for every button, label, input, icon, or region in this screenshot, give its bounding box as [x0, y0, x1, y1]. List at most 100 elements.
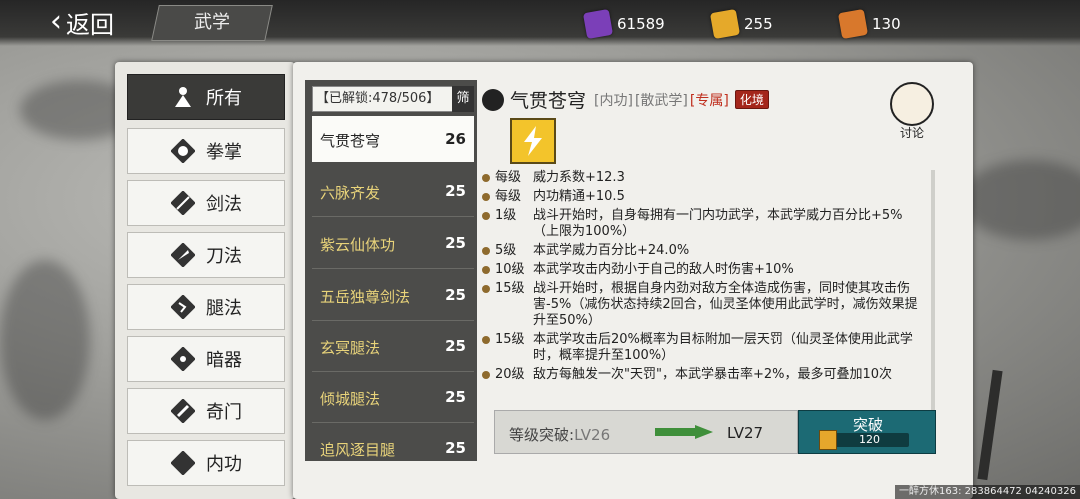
effect-row: 15级 本武学攻击后20%概率为目标附加一层天罚（仙灵圣体使用此武学时，概率提升至… — [482, 332, 922, 364]
skill-level: 25 — [445, 439, 466, 457]
skill-name: 倾城腿法 — [320, 390, 381, 408]
skill-list-item[interactable]: 追风逐目腿 25 — [312, 425, 474, 471]
category-hidden-weapon[interactable]: 暗器 — [127, 336, 285, 382]
skill-list-item[interactable]: 紫云仙体功 25 — [312, 220, 474, 269]
skill-level: 25 — [445, 182, 466, 200]
breakthrough-button[interactable]: 突破 120 — [798, 410, 936, 454]
effect-text: 本武学攻击内劲小于自己的敌人时伤害+10% — [533, 262, 794, 277]
purple-scroll-icon — [582, 8, 614, 40]
resource-purple[interactable]: 61589 — [582, 8, 665, 40]
effect-row: 每级 威力系数+12.3 — [482, 170, 922, 186]
divider — [312, 320, 474, 321]
skill-level: 25 — [445, 234, 466, 252]
effect-level: 10级 — [495, 262, 525, 277]
effect-level: 20级 — [495, 367, 525, 382]
discuss-button[interactable]: 讨论 — [888, 82, 936, 140]
effect-level: 5级 — [495, 243, 517, 258]
category-label: 刀法 — [206, 246, 242, 267]
chevron-left-icon: ‹ — [50, 4, 62, 39]
skill-name: 气贯苍穹 — [320, 132, 381, 150]
lightning-icon — [510, 118, 556, 164]
skill-list-item[interactable]: 玄冥腿法 25 — [312, 323, 474, 372]
sword-icon — [170, 190, 196, 216]
skill-list-item[interactable]: 五岳独尊剑法 25 — [312, 272, 474, 321]
cost-badge: 120 — [825, 433, 909, 447]
resource-gold[interactable]: 255 — [709, 8, 773, 40]
category-label: 暗器 — [206, 350, 242, 371]
figure-icon — [170, 84, 196, 110]
skill-tag: [内功] — [594, 92, 633, 109]
filter-button[interactable]: 筛 — [452, 86, 474, 112]
unlock-text: 【已解锁:478/506】 — [316, 91, 440, 106]
current-level: LV26 — [574, 426, 611, 444]
skill-level: 25 — [445, 337, 466, 355]
effect-row: 10级 本武学攻击内劲小于自己的敌人时伤害+10% — [482, 262, 922, 278]
category-all[interactable]: 所有 — [127, 74, 285, 120]
skill-list-item[interactable]: 倾城腿法 25 — [312, 374, 474, 423]
skill-level: 25 — [445, 286, 466, 304]
blade-icon — [170, 242, 196, 268]
bullet-icon — [482, 285, 490, 293]
category-kick[interactable]: 腿法 — [127, 284, 285, 330]
skill-list-item[interactable]: 气贯苍穹 26 — [312, 116, 474, 162]
resource-value: 255 — [744, 15, 773, 33]
skill-title: 气贯苍穹 — [510, 90, 587, 112]
sword-decoration — [977, 369, 1003, 481]
page-title-tab: 武学 — [151, 5, 273, 41]
effect-list: 每级 威力系数+12.3 每级 内功精通+10.5 1级 战斗开始时，自身每拥有一门内… — [482, 170, 922, 386]
bullet-icon — [482, 336, 490, 344]
breakthrough-text: 等级突破: — [509, 426, 575, 444]
effect-text: 战斗开始时，自身每拥有一门内功武学，本武学威力百分比+5%（上限为100%） — [533, 208, 903, 239]
skill-name: 五岳独尊剑法 — [320, 288, 411, 306]
footer-watermark: 一醉方休163: 283864472 04240326 — [895, 485, 1080, 499]
level-breakthrough-info: 等级突破:LV26 LV27 — [494, 410, 798, 454]
divider — [312, 268, 474, 269]
next-level: LV27 — [727, 424, 764, 442]
skill-header: 气贯苍穹 [内功] [散武学] [专属] 化境 — [482, 86, 769, 113]
effect-level: 15级 — [495, 281, 525, 296]
upgrade-bar: 等级突破:LV26 LV27 突破 120 — [494, 410, 936, 454]
gold-scroll-icon — [819, 430, 837, 450]
category-label: 腿法 — [206, 298, 242, 319]
detail-scrollbar[interactable] — [931, 170, 935, 410]
discuss-label: 讨论 — [899, 126, 924, 140]
dog-avatar-icon — [890, 82, 934, 126]
category-label: 所有 — [206, 88, 242, 109]
cost-value: 120 — [859, 433, 880, 446]
shuriken-icon — [170, 346, 196, 372]
bullet-icon — [482, 371, 490, 379]
resource-value: 130 — [872, 15, 901, 33]
bullet-icon — [482, 174, 490, 182]
skill-type-icon — [482, 88, 504, 111]
effect-level: 每级 — [495, 189, 522, 204]
skill-tag: [专属] — [689, 92, 729, 109]
bullet-icon — [482, 266, 490, 274]
effect-text: 本武学攻击后20%概率为目标附加一层天罚（仙灵圣体使用此武学时，概率提升至100… — [533, 332, 913, 363]
skill-list-item[interactable]: 六脉齐发 25 — [312, 168, 474, 217]
unlock-count: 【已解锁:478/506】 筛 — [312, 86, 474, 112]
skill-name: 六脉齐发 — [320, 184, 381, 202]
category-inner[interactable]: 内功 — [127, 440, 285, 486]
skill-level: 26 — [445, 130, 466, 148]
category-label: 奇门 — [206, 402, 242, 423]
skill-tag: [散武学] — [634, 92, 688, 109]
resource-orange[interactable]: 130 — [837, 8, 901, 40]
page-title: 武学 — [194, 12, 230, 33]
effect-row: 15级 战斗开始时，根据自身内劲对敌方全体造成伤害，同时使其攻击伤害-5%（减伤状… — [482, 281, 922, 329]
category-exotic[interactable]: 奇门 — [127, 388, 285, 434]
back-button[interactable]: ‹ 返回 — [50, 5, 114, 39]
divider — [312, 371, 474, 372]
skill-detail: 气贯苍穹 [内功] [散武学] [专属] 化境 讨论 每级 威力系数+12.3 每… — [478, 80, 938, 461]
category-fist[interactable]: 拳掌 — [127, 128, 285, 174]
skill-name: 玄冥腿法 — [320, 339, 381, 357]
category-blade[interactable]: 刀法 — [127, 232, 285, 278]
effect-row: 5级 本武学威力百分比+24.0% — [482, 243, 922, 259]
effect-text: 战斗开始时，根据自身内劲对敌方全体造成伤害，同时使其攻击伤害-5%（减伤状态持续… — [533, 281, 918, 328]
category-sword[interactable]: 剑法 — [127, 180, 285, 226]
effect-level: 1级 — [495, 208, 517, 223]
divider — [312, 422, 474, 423]
kick-icon — [170, 294, 196, 320]
gold-scroll-icon — [709, 8, 741, 40]
inner-icon — [170, 450, 196, 476]
breakthrough-label: 等级突破:LV26 — [509, 424, 610, 445]
